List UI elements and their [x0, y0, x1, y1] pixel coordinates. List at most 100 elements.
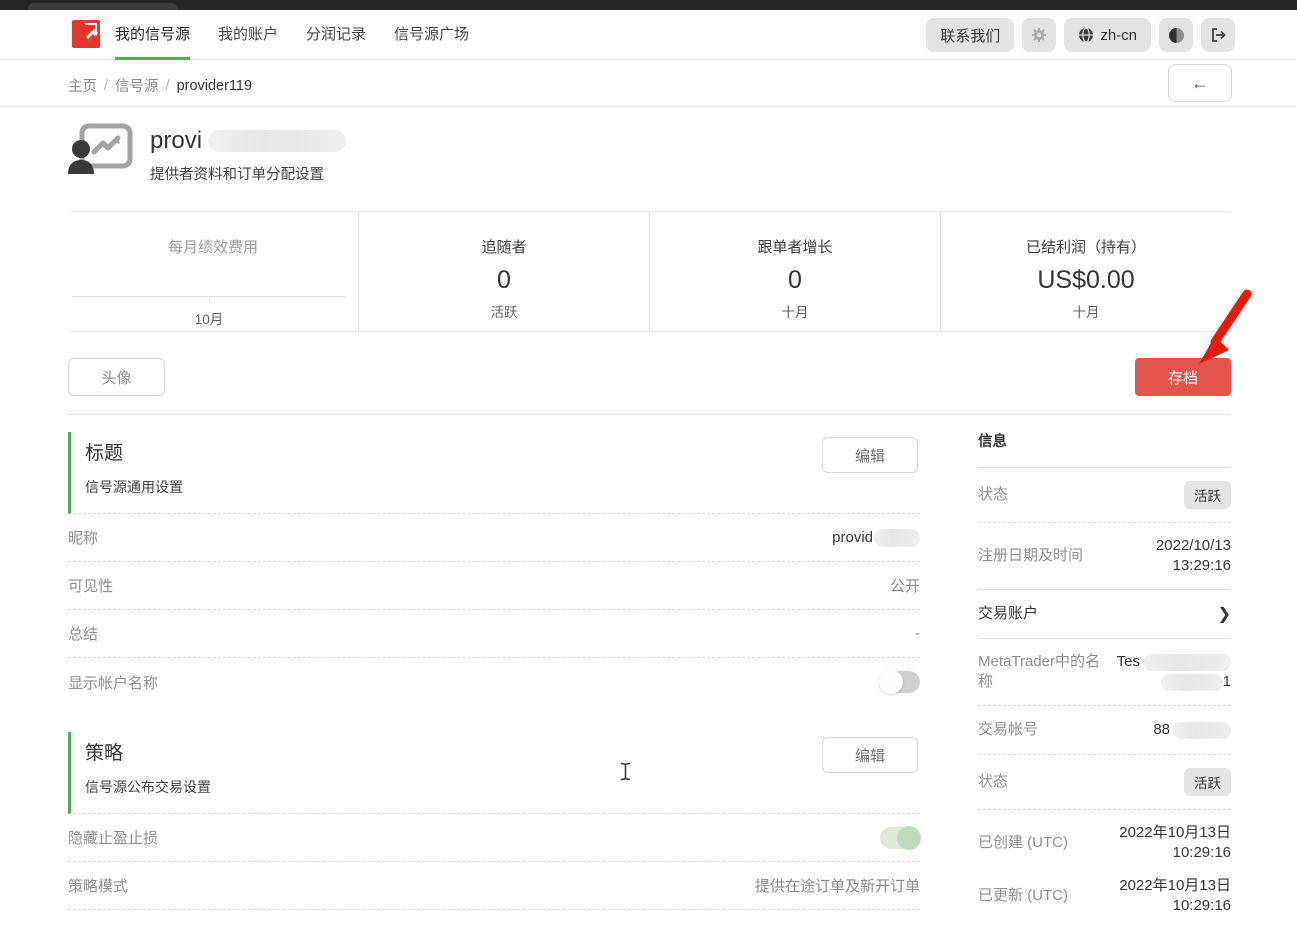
- nav-item-marketplace[interactable]: 信号源广场: [394, 10, 469, 60]
- stat-sublabel: 活跃: [359, 301, 649, 321]
- contact-us-button[interactable]: 联系我们: [926, 18, 1014, 52]
- info-label: 交易账户: [978, 604, 1038, 624]
- app-logo-icon[interactable]: [72, 20, 100, 48]
- account-number-value: 88: [1153, 720, 1170, 740]
- info-row-created: 已创建 (UTC) 2022年10月13日 10:29:16: [978, 810, 1231, 876]
- created-date: 2022年10月13日: [1119, 824, 1231, 841]
- summary-value: -: [915, 625, 920, 642]
- stat-sublabel: 十月: [941, 301, 1231, 321]
- provider-name: provi: [150, 127, 202, 155]
- profile-header: provi 提供者资料和订单分配设置: [68, 122, 346, 184]
- nav-item-my-accounts[interactable]: 我的账户: [218, 10, 278, 60]
- stat-card-monthly-fee: 每月绩效费用 10月: [68, 212, 358, 331]
- theme-toggle-button[interactable]: [1159, 18, 1193, 52]
- provider-avatar-icon: [68, 122, 134, 178]
- mt-name-line2-fragment: 1: [1223, 672, 1231, 692]
- field-row-strategy-mode: 策略模式 提供在途订单及新开订单: [68, 862, 920, 910]
- back-button[interactable]: ←: [1168, 64, 1232, 102]
- navbar: 我的信号源 我的账户 分润记录 信号源广场 联系我们 zh-cn: [0, 10, 1297, 60]
- status-badge: 活跃: [1184, 481, 1231, 509]
- show-account-name-toggle[interactable]: [880, 671, 920, 693]
- info-label: 注册日期及时间: [978, 546, 1083, 566]
- info-label: 状态: [978, 485, 1008, 505]
- contrast-icon: [1168, 27, 1185, 44]
- field-row-hide-sl-tp: 隐藏止盈止损: [68, 814, 920, 862]
- section-subheading: 信号源通用设置: [85, 477, 920, 497]
- info-label: 状态: [978, 772, 1008, 792]
- info-label: 交易帐号: [978, 720, 1038, 740]
- nav-item-my-signals[interactable]: 我的信号源: [115, 10, 190, 60]
- registered-time: 13:29:16: [1173, 557, 1231, 574]
- stat-value: US$0.00: [941, 266, 1231, 295]
- toggle-knob: [897, 826, 921, 850]
- settings-column: 标题 信号源通用设置 编辑 昵称 provid 可见性 公开 总结 - 显示帐户…: [68, 432, 920, 910]
- archive-button[interactable]: 存档: [1135, 358, 1231, 396]
- hide-sl-tp-toggle[interactable]: [880, 827, 920, 849]
- field-row-visibility: 可见性 公开: [68, 562, 920, 610]
- mt-name-value: Tes: [1117, 652, 1140, 672]
- breadcrumb-separator: /: [166, 78, 170, 94]
- info-label: 已创建 (UTC): [978, 833, 1068, 853]
- redacted-mt-name: [1143, 654, 1231, 671]
- breadcrumb-home[interactable]: 主页: [68, 75, 97, 96]
- nav-item-profit-share[interactable]: 分润记录: [306, 10, 366, 60]
- field-row-summary: 总结 -: [68, 610, 920, 658]
- info-row-mt-name: MetaTrader中的名称 Tes 1: [978, 639, 1231, 706]
- info-panel: 信息 状态 活跃 注册日期及时间 2022/10/1313:29:16 交易账户…: [978, 430, 1231, 929]
- logout-button[interactable]: [1201, 18, 1235, 52]
- empty-fee-chart: 10月: [72, 296, 346, 297]
- field-label: 总结: [68, 623, 98, 644]
- section-subheading: 信号源公布交易设置: [85, 777, 920, 797]
- nickname-value: provid: [832, 529, 873, 546]
- stat-card-followers: 追随者 0 活跃: [358, 212, 649, 331]
- chevron-right-icon: ❯: [1218, 604, 1231, 624]
- stat-value: 0: [359, 266, 649, 295]
- stat-value: 0: [650, 266, 940, 295]
- edit-title-button[interactable]: 编辑: [822, 437, 918, 473]
- section-strategy-header: 策略 信号源公布交易设置 编辑: [68, 732, 920, 814]
- logout-icon: [1210, 27, 1227, 43]
- info-row-status: 状态 活跃: [978, 468, 1231, 523]
- breadcrumb: 主页 / 信号源 / provider119: [68, 75, 252, 96]
- back-arrow-icon: ←: [1191, 73, 1209, 94]
- field-label: 显示帐户名称: [68, 672, 158, 693]
- breadcrumb-row: 主页 / 信号源 / provider119 ←: [0, 61, 1297, 107]
- field-row-show-account-name: 显示帐户名称: [68, 658, 920, 706]
- nav-menu: 我的信号源 我的账户 分润记录 信号源广场: [115, 10, 469, 60]
- section-gap: [68, 706, 920, 732]
- axis-month-label: 10月: [72, 308, 346, 328]
- redacted-mt-name-line2: [1161, 674, 1223, 691]
- language-button[interactable]: zh-cn: [1064, 18, 1151, 52]
- browser-tab: [28, 3, 178, 10]
- section-heading: 策略: [85, 738, 920, 765]
- avatar-button[interactable]: 头像: [68, 358, 165, 396]
- browser-chrome-bar: [0, 0, 1297, 10]
- edit-strategy-button[interactable]: 编辑: [822, 737, 918, 773]
- updated-time: 10:29:16: [1173, 897, 1231, 914]
- info-label: 已更新 (UTC): [978, 886, 1068, 906]
- registered-date: 2022/10/13: [1156, 537, 1231, 554]
- field-label: 可见性: [68, 575, 113, 596]
- info-row-updated: 已更新 (UTC) 2022年10月13日 10:29:16: [978, 876, 1231, 929]
- info-label: MetaTrader中的名称: [978, 652, 1113, 692]
- updated-date: 2022年10月13日: [1119, 877, 1231, 894]
- field-row-nickname: 昵称 provid: [68, 514, 920, 562]
- settings-button[interactable]: [1022, 18, 1056, 52]
- visibility-value: 公开: [890, 575, 920, 596]
- stat-title: 已结利润（持有）: [941, 236, 1231, 257]
- breadcrumb-separator: /: [104, 78, 108, 94]
- content-divider: [68, 414, 1231, 415]
- section-title-header: 标题 信号源通用设置 编辑: [68, 432, 920, 514]
- strategy-mode-value: 提供在途订单及新开订单: [755, 875, 920, 896]
- info-row-trading-account[interactable]: 交易账户 ❯: [978, 590, 1231, 639]
- section-heading: 标题: [85, 438, 920, 465]
- created-time: 10:29:16: [1173, 844, 1231, 861]
- info-row-registered: 注册日期及时间 2022/10/13 13:29:16: [978, 523, 1231, 590]
- redacted-nickname: [874, 529, 920, 547]
- info-row-status-2: 状态 活跃: [978, 755, 1231, 810]
- stat-title: 每月绩效费用: [68, 236, 358, 257]
- stat-title: 追随者: [359, 236, 649, 257]
- info-row-account-number: 交易帐号 88: [978, 706, 1231, 755]
- stat-card-settled-profit: 已结利润（持有） US$0.00 十月: [940, 212, 1231, 331]
- breadcrumb-signals[interactable]: 信号源: [115, 75, 159, 96]
